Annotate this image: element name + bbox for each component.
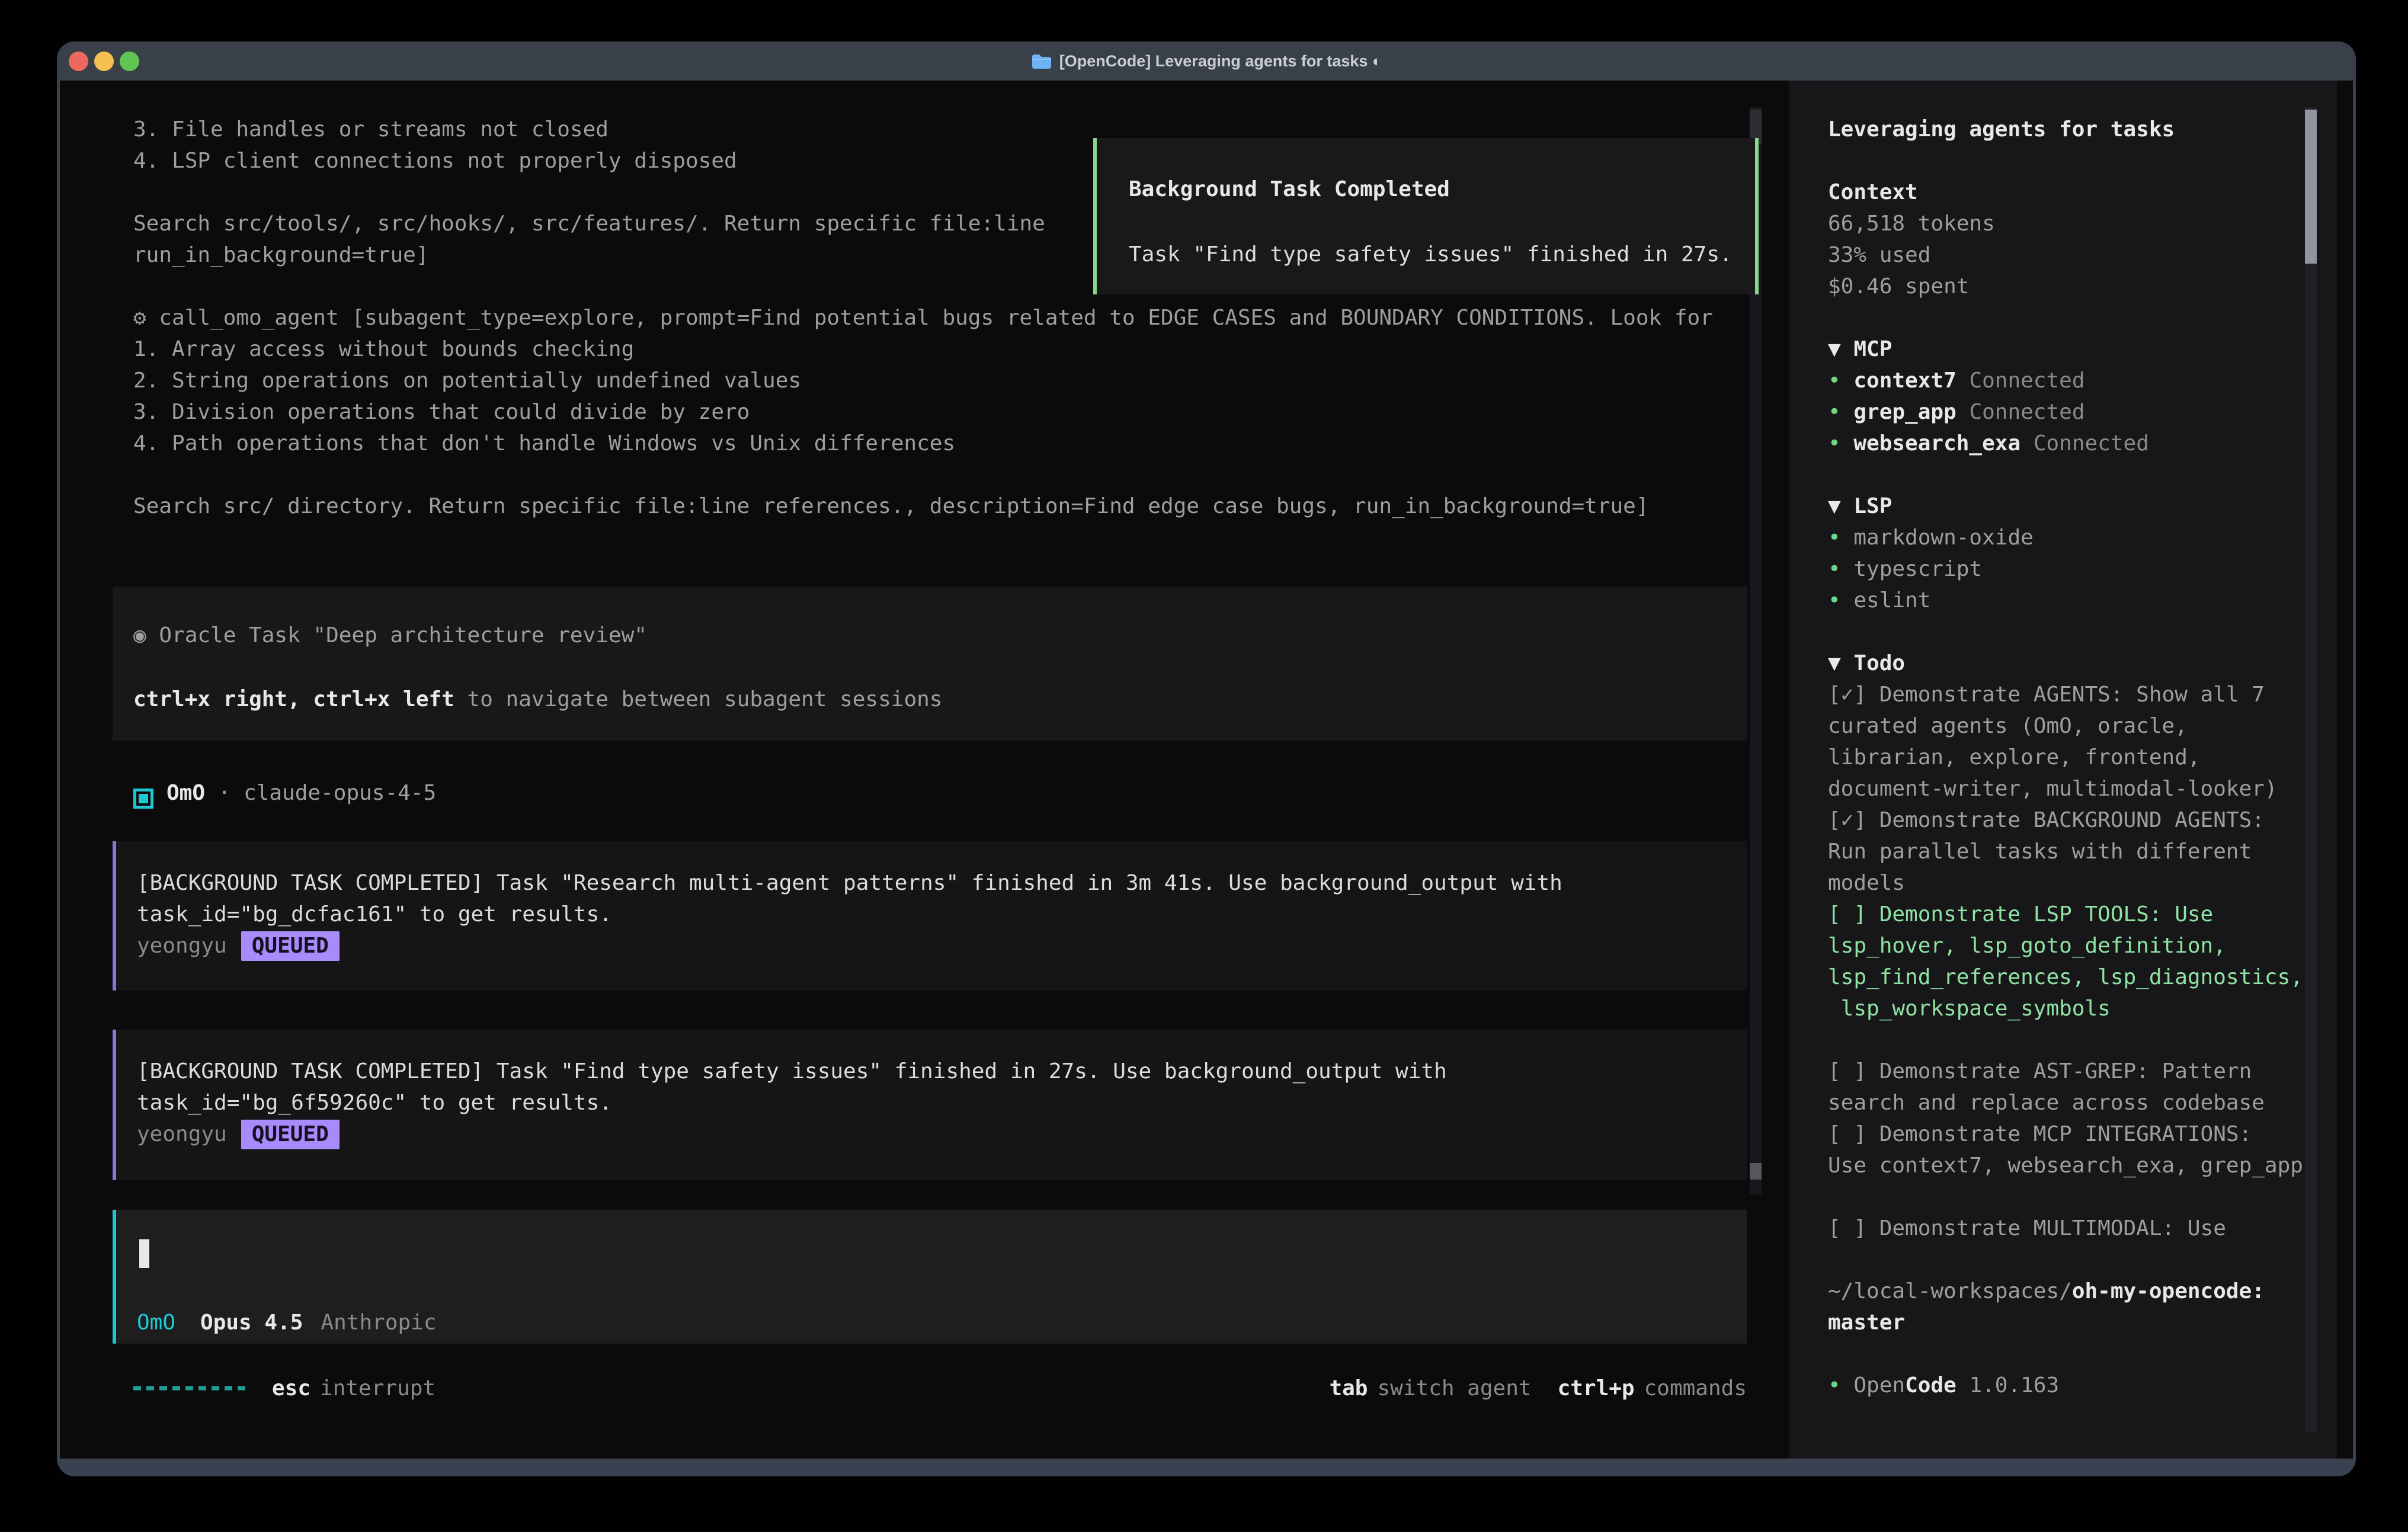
window-title: [OpenCode] Leveraging agents for tasks ◐ [57, 52, 2356, 70]
queued-badge: QUEUED [241, 931, 340, 961]
status-dot-icon: • [1828, 525, 1853, 550]
message-text: [BACKGROUND TASK COMPLETED] Task "Resear… [137, 867, 1747, 930]
mcp-item: • context7 Connected [1828, 365, 2337, 396]
status-dot-icon: • [1828, 400, 1853, 424]
mcp-item: • websearch_exa Connected [1828, 428, 2337, 459]
screen: [OpenCode] Leveraging agents for tasks ◐… [0, 0, 2408, 1532]
ctrlp-key-hint: ctrl+p [1558, 1376, 1635, 1400]
oracle-task-panel: ◉ Oracle Task "Deep architecture review"… [113, 586, 1747, 741]
mcp-item: • grep_app Connected [1828, 396, 2337, 428]
context-stats: 66,518 tokens33% used$0.46 spent [1828, 208, 2337, 302]
status-dot-icon: • [1828, 588, 1853, 613]
status-dot-icon: • [1828, 431, 1853, 456]
terminal-window: [OpenCode] Leveraging agents for tasks ◐… [57, 41, 2356, 1476]
background-task-message-2: [BACKGROUND TASK COMPLETED] Task "Find t… [113, 1030, 1747, 1180]
lsp-header[interactable]: ▼ LSP [1828, 491, 2337, 522]
mcp-header[interactable]: ▼ MCP [1828, 334, 2337, 365]
message-text: [BACKGROUND TASK COMPLETED] Task "Find t… [137, 1056, 1747, 1118]
input-provider: Anthropic [321, 1310, 436, 1335]
tab-key-hint: tab [1329, 1376, 1368, 1400]
folder-icon [1031, 53, 1051, 69]
esc-key-hint: esc [272, 1376, 310, 1400]
message-meta: yeongyu QUEUED [137, 1118, 1747, 1150]
oracle-hint-line: ctrl+x right, ctrl+x left to navigate be… [133, 684, 1747, 715]
traffic-lights [69, 41, 139, 81]
minimize-button[interactable] [94, 52, 114, 71]
agent-session-header: OmO · claude-opus-4-5 [133, 777, 436, 809]
message-author: yeongyu [137, 934, 227, 958]
close-button[interactable] [69, 52, 88, 71]
oracle-hint-rest: to navigate between subagent sessions [454, 687, 943, 711]
app-version: • OpenCode 1.0.163 [1828, 1370, 2337, 1401]
esc-key-label: interrupt [320, 1376, 436, 1400]
maximize-button[interactable] [120, 52, 139, 71]
status-bar: esc interrupt tab switch agent ctrl+p comm… [133, 1373, 1747, 1404]
status-dot-icon: • [1828, 557, 1853, 581]
sidebar-scrollbar-track[interactable] [2305, 107, 2317, 1432]
session-title: Leveraging agents for tasks [1828, 114, 2337, 145]
background-task-message-1: [BACKGROUND TASK COMPLETED] Task "Resear… [113, 841, 1747, 991]
context-header: Context [1828, 177, 2337, 208]
input-agent-name: OmO [137, 1310, 175, 1335]
workspace-path: ~/local-workspaces/oh-my-opencode: [1828, 1275, 2337, 1307]
oracle-hint-keys: ctrl+x right, ctrl+x left [133, 687, 454, 711]
spinner-dots [133, 1386, 251, 1390]
lsp-item: • eslint [1828, 585, 2337, 616]
omo-agent-icon [133, 789, 153, 809]
oracle-task-line: ◉ Oracle Task "Deep architecture review" [133, 620, 1747, 651]
session-sidebar: Leveraging agents for tasks Context 66,5… [1789, 81, 2337, 1459]
main-scrollbar-thumb[interactable] [1750, 1163, 1762, 1180]
window-titlebar: [OpenCode] Leveraging agents for tasks ◐ [57, 41, 2356, 81]
status-dot-icon: • [1828, 1373, 1853, 1398]
lsp-item: • typescript [1828, 553, 2337, 585]
background-task-toast[interactable]: Background Task Completed Task "Find typ… [1093, 138, 1759, 294]
agent-name: OmO [166, 781, 205, 805]
message-meta: yeongyu QUEUED [137, 930, 1747, 961]
input-footer: OmO Opus 4.5 Anthropic [137, 1307, 437, 1338]
todo-header[interactable]: ▼ Todo [1828, 648, 2337, 679]
input-model: Opus 4.5 [200, 1310, 303, 1335]
toast-title: Background Task Completed [1129, 174, 1755, 205]
tab-key-label: switch agent [1377, 1376, 1531, 1400]
text-cursor [139, 1239, 149, 1268]
sidebar-scrollbar-thumb[interactable] [2305, 110, 2317, 264]
terminal-body: 3. File handles or streams not closed4. … [60, 81, 2353, 1459]
message-author: yeongyu [137, 1122, 227, 1146]
toast-body: Task "Find type safety issues" finished … [1129, 239, 1755, 270]
lsp-item: • markdown-oxide [1828, 522, 2337, 553]
status-dot-icon: • [1828, 368, 1853, 393]
window-title-text: [OpenCode] Leveraging agents for tasks ◐ [1059, 52, 1382, 70]
queued-badge: QUEUED [241, 1120, 340, 1149]
agent-model: claude-opus-4-5 [244, 781, 436, 805]
prompt-input[interactable]: OmO Opus 4.5 Anthropic [113, 1210, 1747, 1344]
ctrlp-key-label: commands [1644, 1376, 1747, 1400]
todo-list: [✓] Demonstrate AGENTS: Show all 7curate… [1828, 679, 2337, 1244]
git-branch: master [1828, 1307, 2337, 1338]
